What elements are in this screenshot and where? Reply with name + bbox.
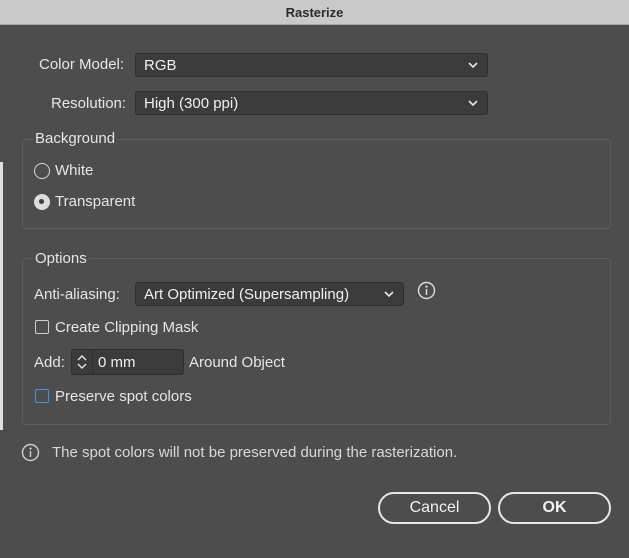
white-radio[interactable] [34,163,50,179]
window-title: Rasterize [285,4,344,20]
ok-button[interactable]: OK [498,492,611,524]
resolution-select[interactable]: High (300 ppi) [135,91,488,115]
cancel-button[interactable]: Cancel [378,492,491,524]
anti-aliasing-select[interactable]: Art Optimized (Supersampling) [135,282,404,306]
chevron-down-icon [468,100,478,107]
add-stepper[interactable] [71,349,93,375]
chevron-down-icon [384,291,394,298]
preserve-spot-colors-label[interactable]: Preserve spot colors [55,388,192,405]
color-model-label: Color Model: [39,56,125,73]
around-object-label: Around Object [189,354,285,371]
anti-aliasing-value: Art Optimized (Supersampling) [144,285,350,303]
chevron-down-icon [468,62,478,69]
window-edge [0,162,3,430]
info-icon [21,443,40,462]
info-message: The spot colors will not be preserved du… [52,444,458,461]
add-amount-input[interactable] [92,349,184,375]
create-clipping-mask-label[interactable]: Create Clipping Mask [55,319,198,336]
background-group-title: Background [33,130,118,147]
options-group-title: Options [33,250,89,267]
transparent-radio[interactable] [34,194,50,210]
resolution-value: High (300 ppi) [144,94,239,112]
background-group [22,139,611,229]
white-radio-label[interactable]: White [55,162,93,179]
preserve-spot-colors-checkbox[interactable] [35,389,49,403]
resolution-label: Resolution: [51,95,127,112]
title-bar: Rasterize [0,0,629,25]
stepper-arrows-icon[interactable] [72,350,92,374]
color-model-value: RGB [144,56,177,74]
add-label: Add: [34,354,65,371]
info-icon[interactable] [417,281,436,300]
anti-aliasing-label: Anti-aliasing: [34,286,120,303]
transparent-radio-label[interactable]: Transparent [55,193,135,210]
color-model-select[interactable]: RGB [135,53,488,77]
create-clipping-mask-checkbox[interactable] [35,320,49,334]
